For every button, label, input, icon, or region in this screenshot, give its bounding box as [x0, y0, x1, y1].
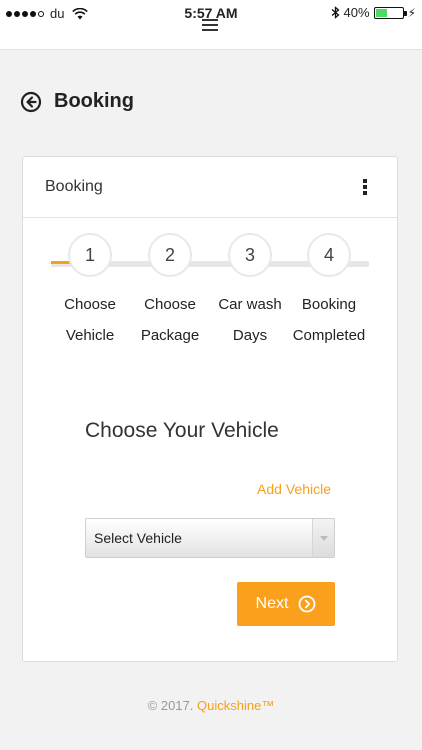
next-button[interactable]: Next	[237, 582, 335, 626]
step-label: Booking Completed	[289, 289, 369, 351]
step-number: 1	[68, 233, 112, 277]
step-car-wash-days[interactable]: 3 Car wash Days	[210, 233, 290, 351]
step-label-line2: Vehicle	[65, 327, 115, 344]
step-label-line1: Choose	[144, 296, 196, 313]
step-label-line2: Completed	[292, 327, 366, 344]
page-title: Booking	[54, 90, 134, 112]
booking-stepper: 1 Choose Vehicle 2 Choose Package 3 Car …	[23, 233, 399, 353]
step-label-line2: Days	[232, 327, 268, 344]
step-label-line2: Package	[140, 327, 200, 344]
bluetooth-icon	[331, 6, 340, 19]
booking-card: Booking 1 Choose Vehicle 2 Choose Packag…	[22, 156, 398, 662]
step-label: Choose Package	[130, 289, 210, 351]
card-title: Booking	[45, 178, 103, 195]
card-header: Booking	[23, 157, 397, 218]
hamburger-menu-icon[interactable]	[202, 19, 218, 31]
step-choose-package[interactable]: 2 Choose Package	[130, 233, 210, 351]
vehicle-select[interactable]: Select Vehicle	[85, 518, 335, 558]
battery-icon	[373, 6, 407, 19]
step-label-line1: Choose	[64, 296, 116, 313]
status-right: 40% ⚡	[331, 5, 416, 20]
step-booking-completed[interactable]: 4 Booking Completed	[289, 233, 369, 351]
arrow-circle-left-icon[interactable]	[20, 91, 42, 113]
step-label: Choose Vehicle	[50, 289, 130, 351]
kebab-menu-icon[interactable]	[363, 179, 369, 195]
step-label-line1: Booking	[301, 296, 357, 313]
step-choose-vehicle[interactable]: 1 Choose Vehicle	[50, 233, 130, 351]
next-label: Next	[255, 595, 289, 612]
battery-fill	[375, 8, 387, 17]
step-number: 2	[148, 233, 192, 277]
select-value: Select Vehicle	[94, 530, 182, 546]
step-label: Car wash Days	[210, 289, 290, 351]
brand-link[interactable]: Quickshine™	[197, 698, 274, 713]
copyright-text: © 2017.	[147, 698, 194, 713]
section-title: Choose Your Vehicle	[85, 419, 279, 442]
status-bar: du 5:57 AM 40% ⚡	[0, 0, 422, 50]
chevron-down-icon	[319, 535, 328, 541]
step-number: 4	[307, 233, 351, 277]
arrow-circle-right-icon	[299, 595, 316, 613]
add-vehicle-link[interactable]: Add Vehicle	[257, 481, 331, 497]
step-number: 3	[228, 233, 272, 277]
battery-percent: 40%	[343, 5, 370, 20]
select-arrow	[312, 519, 334, 557]
page-header: Booking	[20, 90, 134, 113]
footer: © 2017. Quickshine™	[0, 698, 422, 713]
charging-bolt-icon: ⚡	[407, 5, 416, 20]
step-label-line1: Car wash	[218, 296, 282, 313]
